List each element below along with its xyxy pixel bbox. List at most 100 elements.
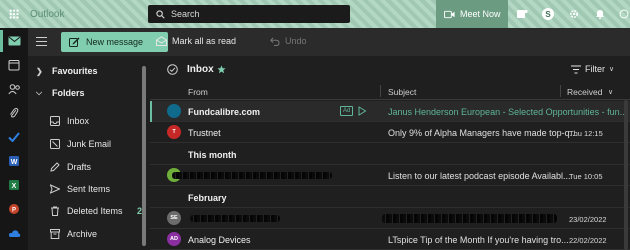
undo-button[interactable]: Undo [270,36,307,46]
sender-name: Analog Devices [188,235,251,245]
todo-check-icon[interactable] [6,129,22,145]
received-time: 23/02/2022 [569,215,607,224]
undo-icon [270,37,280,46]
avatar: AD [167,232,181,246]
message-list: Inbox Filter ∨ From Subject Received ∨ F… [150,56,630,250]
folder-pane-scrollbar[interactable] [142,66,146,246]
folder-item-drafts[interactable]: Drafts [50,162,142,172]
command-toolbar: New message Mark all as read Undo [28,28,630,56]
mail-icon[interactable] [6,33,22,49]
play-icon[interactable] [357,106,367,116]
sender-name: Trustnet [188,128,221,138]
list-item[interactable]: T Trustnet Only 9% of Alpha Managers hav… [150,122,630,143]
redaction-scribble [172,172,332,179]
folder-item-archive[interactable]: Archive [50,229,142,239]
group-header-this-month[interactable]: This month [150,143,630,165]
svg-text:W: W [11,159,18,166]
mark-all-read-label: Mark all as read [172,36,237,46]
list-header: Inbox Filter ∨ [150,56,630,82]
column-divider[interactable] [560,85,561,97]
search-icon [156,9,165,19]
redaction-scribble [190,215,280,222]
list-item[interactable]: AD Analog Devices LTspice Tip of the Mon… [150,229,630,250]
attachment-icon[interactable] [6,105,22,121]
folder-label: Deleted Items [67,206,123,216]
app-launcher-button[interactable] [0,0,28,28]
column-received[interactable]: Received [567,87,602,97]
meet-now-button[interactable]: Meet Now [436,0,508,28]
envelope-open-icon [156,36,167,46]
compose-icon [69,37,80,47]
folder-item-junk-email[interactable]: Junk Email [50,139,142,149]
selection-indicator [150,101,152,122]
avatar: T [167,125,181,139]
word-icon[interactable]: W [6,153,22,169]
teams-icon[interactable] [516,8,528,20]
chevron-down-icon: ∨ [609,66,615,73]
chevron-down-icon: ⌵ [36,88,43,97]
chevron-right-icon: ❯ [36,66,43,76]
list-item[interactable]: SE 23/02/2022 [150,208,630,229]
excel-icon[interactable]: X [6,177,22,193]
column-divider[interactable] [380,85,381,97]
new-message-button[interactable]: New message [61,32,168,52]
column-headers: From Subject Received ∨ [150,82,630,100]
folders-label: Folders [52,88,85,98]
svg-text:X: X [12,183,17,190]
favourites-section[interactable]: ❯ Favourites [36,66,98,76]
archive-icon [50,229,60,239]
filter-button[interactable]: Filter ∨ [571,64,614,74]
list-item-ad[interactable]: Fundcalibre.com Ad Janus Henderson Europ… [150,101,630,122]
list-item[interactable]: Listen to our latest podcast episode Ava… [150,165,630,186]
folders-section[interactable]: ⌵ Folders [36,88,85,98]
filter-icon [571,65,581,73]
trash-icon [50,206,60,216]
calendar-icon[interactable] [6,57,22,73]
ad-badge: Ad [340,106,354,116]
subject-line: LTspice Tip of the Month If you're havin… [388,235,569,245]
avatar: SE [167,211,181,225]
folder-label: Inbox [67,116,90,126]
folder-label: Sent Items [67,184,111,194]
list-title: Inbox [187,64,214,75]
group-label: February [188,193,227,203]
search-input[interactable]: Search [148,5,350,23]
subject-line: Listen to our latest podcast episode Ava… [388,171,571,181]
notification-bell-icon[interactable] [594,8,606,20]
received-time: Tue 10:05 [569,172,603,181]
column-from[interactable]: From [188,87,208,97]
select-all-circle-icon[interactable] [167,64,178,75]
junk-icon [50,139,60,149]
people-icon[interactable] [6,81,22,97]
gear-icon[interactable] [568,8,580,20]
received-time: 22/02/2022 [569,236,607,245]
mark-all-read-button[interactable]: Mark all as read [156,36,236,46]
folder-item-deleted-items[interactable]: Deleted Items 2 [50,206,142,216]
waffle-icon [9,9,19,19]
powerpoint-icon[interactable]: P [6,201,22,217]
favorite-star-icon[interactable] [217,65,226,74]
help-icon[interactable] [618,8,630,20]
skype-icon[interactable]: S [542,8,554,20]
rail-active-indicator [0,30,3,52]
folder-label: Archive [67,229,98,239]
folder-item-sent-items[interactable]: Sent Items [50,184,142,194]
app-rail: W X P [0,28,28,250]
group-header-february[interactable]: February [150,186,630,208]
subject-line: Janus Henderson European - Selected Oppo… [388,107,628,117]
search-placeholder: Search [171,9,200,19]
top-header: Outlook Search Meet Now S [0,0,630,28]
onedrive-icon[interactable] [6,225,22,241]
folder-item-inbox[interactable]: Inbox [50,116,142,126]
received-time: Thu 12:15 [569,129,603,138]
app-name: Outlook [30,8,65,20]
undo-label: Undo [285,36,307,46]
sort-chevron-icon[interactable]: ∨ [608,88,613,96]
hamburger-menu-icon[interactable] [36,37,47,46]
column-subject[interactable]: Subject [388,87,416,97]
meet-now-label: Meet Now [460,9,501,19]
message-list-scrollbar[interactable] [624,100,628,250]
pencil-icon [50,162,60,172]
new-message-label: New message [86,37,144,47]
video-camera-icon [444,10,455,18]
